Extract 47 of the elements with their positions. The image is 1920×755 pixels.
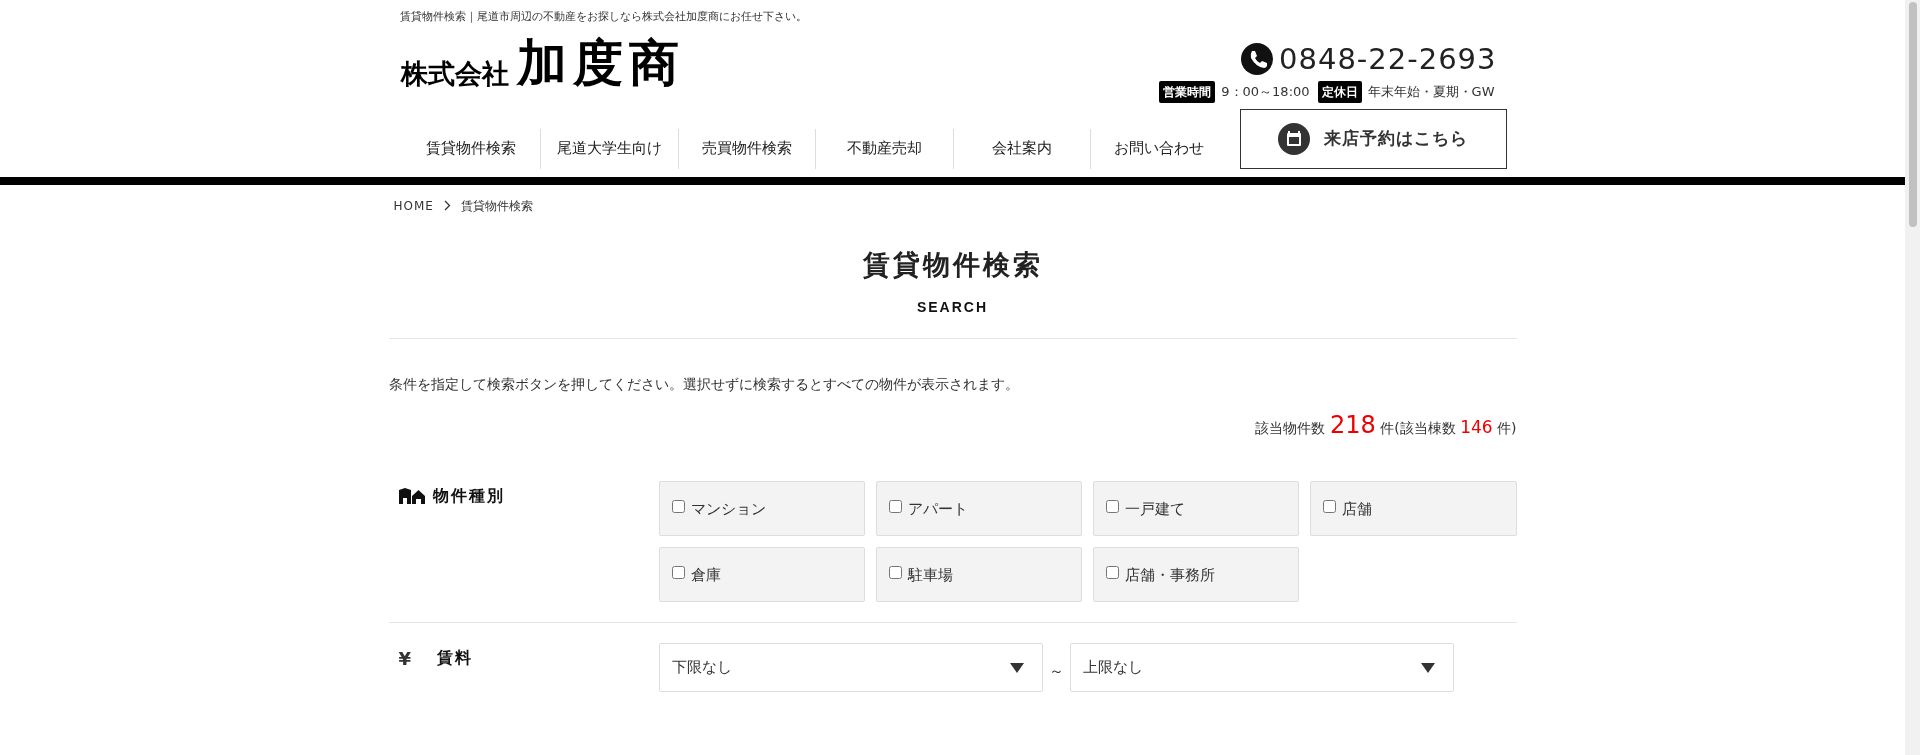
option-label: 店舗・事務所 bbox=[1125, 565, 1215, 586]
section-label: 物件種別 bbox=[432, 485, 505, 507]
select-field[interactable]: 上限なし bbox=[1069, 643, 1454, 692]
nav-link[interactable]: 会社案内 bbox=[952, 128, 1090, 169]
option-label: 一戸建て bbox=[1125, 499, 1185, 520]
checkbox[interactable] bbox=[1106, 500, 1119, 513]
hours-text: 年末年始・夏期・GW bbox=[1367, 82, 1495, 101]
checkbox[interactable] bbox=[1106, 566, 1119, 579]
result-count: 該当物件数 218 件(該当棟数 146 件) bbox=[1254, 410, 1517, 441]
checkbox[interactable] bbox=[888, 500, 902, 513]
hours-badge: 定休日 bbox=[1317, 80, 1362, 103]
option-label: アパート bbox=[907, 499, 968, 520]
yen-sign: ¥ bbox=[398, 646, 413, 671]
breadcrumb-current: 賃貸物件検索 bbox=[460, 197, 533, 215]
phone-number: 0848-22-2693 bbox=[1279, 41, 1497, 76]
breadcrumb-home[interactable]: HOME bbox=[393, 196, 434, 215]
nav-link[interactable]: 売買物件検索 bbox=[677, 128, 815, 169]
chevron-right-icon bbox=[443, 200, 451, 211]
checkbox[interactable] bbox=[671, 566, 685, 579]
page-title: 賃貸物件検索 bbox=[861, 247, 1044, 282]
option-label: 倉庫 bbox=[690, 565, 721, 586]
checkbox[interactable] bbox=[888, 566, 902, 579]
nav-link[interactable]: お問い合わせ bbox=[1090, 128, 1228, 169]
dropdown-arrow-icon bbox=[1420, 662, 1435, 673]
nav-link[interactable]: 不動産売却 bbox=[815, 128, 953, 169]
calendar-icon bbox=[1278, 122, 1310, 155]
page-subtitle: SEARCH bbox=[915, 298, 990, 317]
range-separator: ～ bbox=[1048, 661, 1064, 683]
houses-icon bbox=[398, 488, 425, 504]
scrollbar[interactable] bbox=[1905, 0, 1920, 755]
hours-text: 9：00～18:00 bbox=[1221, 82, 1310, 101]
hours-badge: 営業時間 bbox=[1159, 80, 1216, 103]
select-field[interactable]: 下限なし bbox=[658, 643, 1043, 692]
section-label: 賃料 bbox=[436, 647, 473, 669]
instruction-text: 条件を指定して検索ボタンを押してください。選択せずに検索するとすべての物件が表示されます。 bbox=[388, 375, 1020, 394]
header-tagline: 賃貸物件検索｜尾道市周辺の不動産をお探しなら株式会社加度商にお任せ下さい。 bbox=[398, 9, 808, 25]
reservation-button[interactable]: 来店予約はこちら bbox=[1239, 108, 1507, 169]
option-label: 店舗 bbox=[1342, 499, 1373, 520]
checkbox[interactable] bbox=[1323, 500, 1337, 513]
nav-link[interactable]: 尾道大学生向け bbox=[540, 128, 678, 169]
option-label: マンション bbox=[690, 499, 766, 520]
company-logo[interactable]: 株式会社 加度商 bbox=[388, 25, 685, 94]
checkbox[interactable] bbox=[671, 500, 685, 513]
phone-icon bbox=[1241, 42, 1274, 75]
dropdown-arrow-icon bbox=[1009, 662, 1024, 673]
nav-link[interactable]: 賃貸物件検索 bbox=[402, 128, 540, 169]
option-label: 駐車場 bbox=[907, 565, 953, 586]
